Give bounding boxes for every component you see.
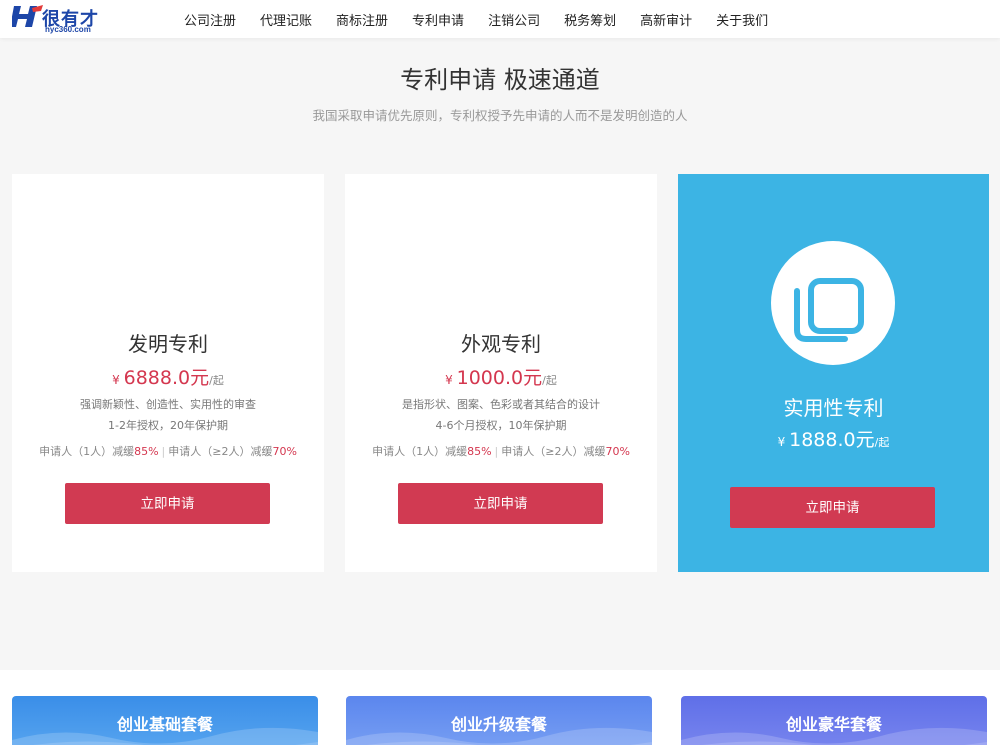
discount-single-pct: 85% (467, 445, 492, 458)
nav-item-about-us[interactable]: 关于我们 (716, 10, 768, 29)
discount-multi-label: 申请人（≥2人）减缓 (168, 445, 273, 458)
price-amount: 6888.0元 (123, 367, 210, 389)
apply-button-invention[interactable]: 立即申请 (65, 483, 270, 524)
card-title: 发明专利 (128, 332, 208, 356)
price-amount: 1000.0元 (456, 367, 543, 389)
nav-item-deregistration[interactable]: 注销公司 (488, 10, 540, 29)
discount-multi-pct: 70% (605, 445, 630, 458)
package-title: 创业基础套餐 (116, 715, 213, 734)
discount-multi-label: 申请人（≥2人）减缓 (501, 445, 606, 458)
package-card-deluxe[interactable]: 创业豪华套餐 (681, 696, 987, 745)
nav-item-high-tech-audit[interactable]: 高新审计 (640, 10, 692, 29)
apply-button-design[interactable]: 立即申请 (398, 483, 603, 524)
currency-symbol: ¥ (112, 373, 120, 387)
logo[interactable]: 很有才 hyc360.com (12, 3, 112, 35)
page-subtitle: 我国采取申请优先原则，专利权授予先申请的人而不是发明创造的人 (312, 108, 688, 123)
card-desc-line1: 强调新颖性、创造性、实用性的审查 (80, 398, 256, 411)
package-card-basic[interactable]: 创业基础套餐 (12, 696, 318, 745)
price-unit: /起 (209, 374, 224, 387)
nav-item-company-registration[interactable]: 公司注册 (184, 10, 236, 29)
card-price: ¥ 1888.0元/起 (678, 425, 989, 452)
card-discount: 申请人（1人）减缓85% | 申请人（≥2人）减缓70% (345, 443, 657, 459)
patent-card-invention: 发明专利 ¥ 6888.0元/起 强调新颖性、创造性、实用性的审查 1-2年授权… (12, 174, 324, 572)
card-desc-line2: 1-2年授权，20年保护期 (108, 419, 228, 432)
package-title: 创业升级套餐 (450, 715, 547, 734)
discount-multi-pct: 70% (272, 445, 297, 458)
price-amount: 1888.0元 (789, 429, 875, 451)
card-title: 外观专利 (461, 332, 541, 356)
header: 很有才 hyc360.com 公司注册 代理记账 商标注册 专利申请 注销公司 … (0, 0, 1000, 38)
logo-h-icon (12, 5, 43, 27)
card-price: ¥ 1000.0元/起 (345, 363, 657, 390)
currency-symbol: ¥ (445, 373, 453, 387)
price-unit: /起 (542, 374, 557, 387)
discount-separator: | (161, 445, 166, 458)
card-discount: 申请人（1人）减缓85% | 申请人（≥2人）减缓70% (12, 443, 324, 459)
price-unit: /起 (874, 436, 890, 449)
discount-single-label: 申请人（1人）减缓 (39, 445, 135, 458)
main-nav: 公司注册 代理记账 商标注册 专利申请 注销公司 税务筹划 高新审计 关于我们 (172, 0, 780, 38)
currency-symbol: ¥ (777, 435, 786, 449)
nav-item-bookkeeping[interactable]: 代理记账 (260, 10, 312, 29)
discount-single-label: 申请人（1人）减缓 (372, 445, 468, 458)
patent-card-utility: 实用性专利 ¥ 1888.0元/起 立即申请 (678, 174, 989, 572)
card-title: 实用性专利 (783, 396, 884, 420)
card-desc-line2: 4-6个月授权，10年保护期 (435, 419, 567, 432)
logo-url: hyc360.com (45, 25, 91, 34)
card-desc-line1: 是指形状、图案、色彩或者其结合的设计 (402, 398, 600, 411)
apply-button-utility[interactable]: 立即申请 (730, 487, 935, 528)
discount-separator: | (494, 445, 499, 458)
nav-item-trademark[interactable]: 商标注册 (336, 10, 388, 29)
nav-item-tax-planning[interactable]: 税务筹划 (564, 10, 616, 29)
discount-single-pct: 85% (134, 445, 159, 458)
package-title: 创业豪华套餐 (785, 715, 882, 734)
copy-icon (794, 278, 864, 342)
page-title: 专利申请 极速通道 (400, 66, 600, 94)
card-price: ¥ 6888.0元/起 (12, 363, 324, 390)
icon-circle (771, 241, 895, 365)
package-card-upgrade[interactable]: 创业升级套餐 (346, 696, 652, 745)
nav-item-patent[interactable]: 专利申请 (412, 10, 464, 29)
patent-card-design: 外观专利 ¥ 1000.0元/起 是指形状、图案、色彩或者其结合的设计 4-6个… (345, 174, 657, 572)
